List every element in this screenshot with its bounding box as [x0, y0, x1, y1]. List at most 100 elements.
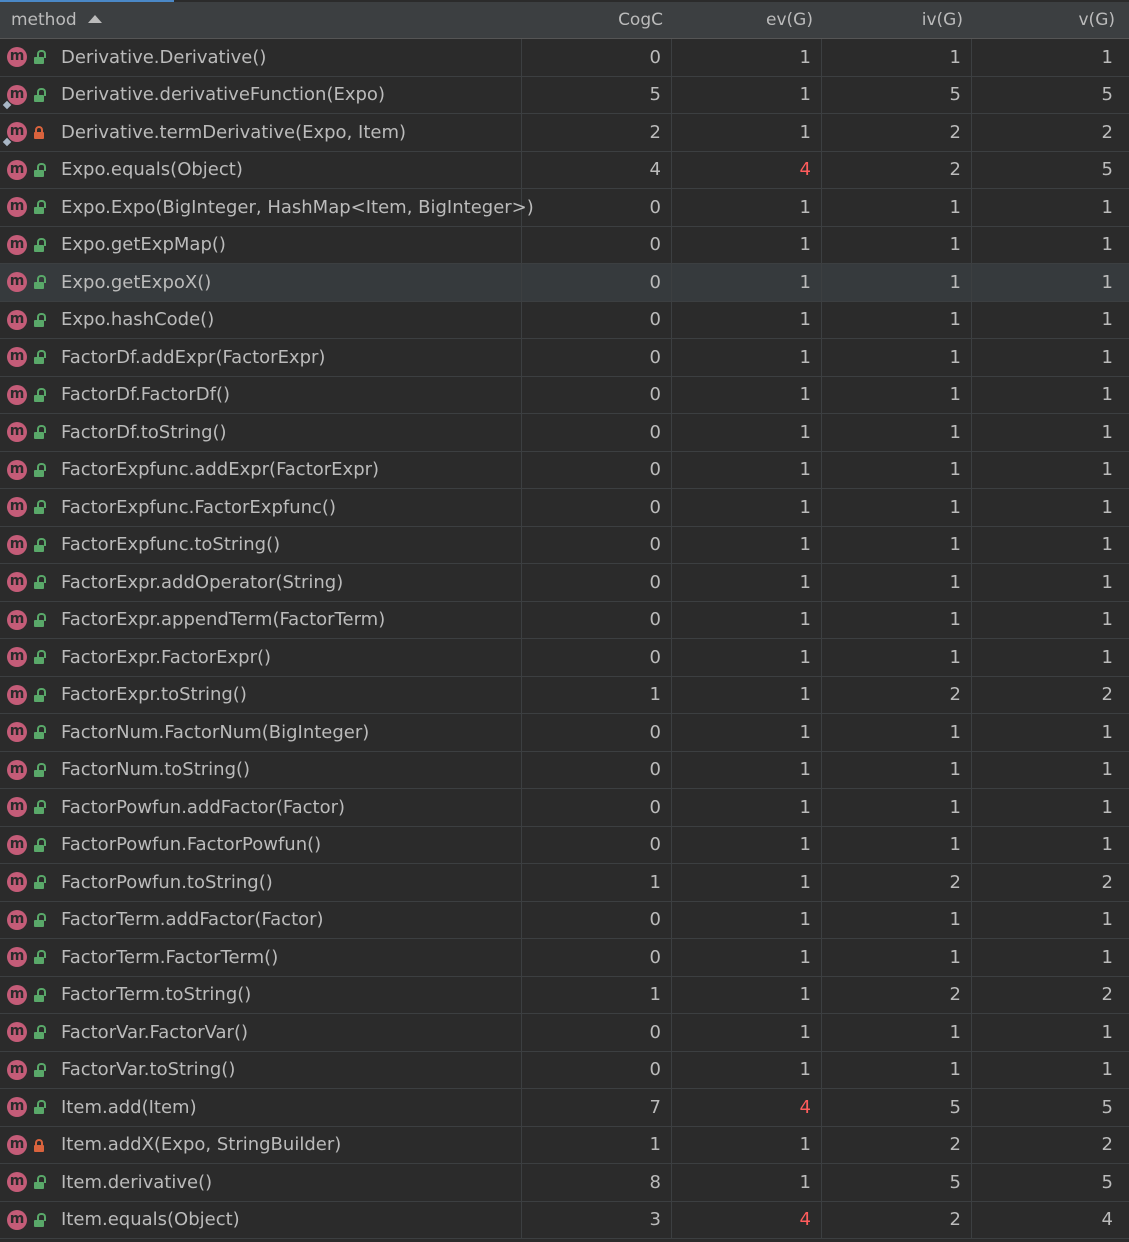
table-row[interactable]: m FactorNum.FactorNum(BigInteger) 0 1 1 1	[0, 714, 1129, 752]
method-icon: m	[7, 722, 27, 743]
table-row[interactable]: m Item.addX(Expo, StringBuilder) 1 1 2 2	[0, 1126, 1129, 1164]
table-row[interactable]: m FactorTerm.toString() 1 1 2 2	[0, 976, 1129, 1014]
table-row[interactable]: m FactorDf.FactorDf() 0 1 1 1	[0, 376, 1129, 414]
ev-cell: 1	[672, 826, 822, 863]
table-row[interactable]: m Derivative.termDerivative(Expo, Item) 2 1…	[0, 114, 1129, 152]
table-row[interactable]: m FactorExpr.appendTerm(FactorTerm) 0 1 1 1	[0, 601, 1129, 639]
method-name: FactorExpr.appendTerm(FactorTerm)	[61, 609, 386, 631]
iv-cell: 1	[822, 601, 972, 638]
public-unlock-icon	[33, 200, 46, 215]
method-cell: m FactorExpr.appendTerm(FactorTerm)	[0, 601, 522, 638]
table-row[interactable]: m FactorTerm.addFactor(Factor) 0 1 1 1	[0, 901, 1129, 939]
ev-cell: 1	[672, 301, 822, 338]
column-header-iv[interactable]: iv(G)	[822, 2, 972, 38]
method-cell: m FactorTerm.toString()	[0, 976, 522, 1013]
column-header-method[interactable]: method	[0, 2, 522, 38]
table-row[interactable]: m FactorExpr.toString() 1 1 2 2	[0, 676, 1129, 714]
column-header-cogc[interactable]: CogC	[522, 2, 672, 38]
method-icon: m	[7, 1059, 27, 1080]
v-cell: 2	[1101, 984, 1113, 1006]
table-row[interactable]: m Expo.equals(Object) 4 4 2 5	[0, 151, 1129, 189]
table-row[interactable]: m FactorPowfun.addFactor(Factor) 0 1 1 1	[0, 789, 1129, 827]
v-cell: 1	[1101, 946, 1113, 968]
public-unlock-icon	[33, 575, 46, 590]
method-icon: m	[7, 122, 27, 143]
method-cell: m FactorVar.toString()	[0, 1051, 522, 1088]
table-row[interactable]: m FactorPowfun.toString() 1 1 2 2	[0, 864, 1129, 902]
column-header-method-label: method	[11, 10, 77, 30]
table-row[interactable]: m FactorNum.toString() 0 1 1 1	[0, 751, 1129, 789]
method-name: FactorExpr.toString()	[61, 684, 247, 706]
method-icon: m	[7, 1172, 27, 1193]
public-unlock-icon	[33, 237, 46, 252]
public-unlock-icon	[33, 1175, 46, 1190]
ev-cell: 1	[672, 601, 822, 638]
cogc-cell: 0	[522, 526, 672, 563]
method-icon: m	[7, 309, 27, 330]
method-icon: m	[7, 1097, 27, 1118]
table-row[interactable]: m FactorDf.toString() 0 1 1 1	[0, 414, 1129, 452]
method-cell: m Item.equals(Object)	[0, 1201, 522, 1238]
public-unlock-icon	[33, 350, 46, 365]
table-row[interactable]: m Derivative.derivativeFunction(Expo) 5 1 5 5	[0, 76, 1129, 114]
cogc-cell: 0	[522, 901, 672, 938]
v-cell: 1	[1101, 384, 1113, 406]
v-cell: 1	[1101, 609, 1113, 631]
method-icon: m	[7, 197, 27, 218]
column-header-v[interactable]: v(G)	[972, 2, 1129, 38]
table-row[interactable]: m Expo.getExpoX() 0 1 1 1	[0, 264, 1129, 302]
table-row[interactable]: m FactorExpfunc.toString() 0 1 1 1	[0, 526, 1129, 564]
method-cell: m Expo.getExpoX()	[0, 264, 522, 301]
public-unlock-icon	[33, 387, 46, 402]
ev-cell: 1	[672, 264, 822, 301]
ev-cell: 1	[672, 864, 822, 901]
table-row[interactable]: m FactorTerm.FactorTerm() 0 1 1 1	[0, 939, 1129, 977]
table-row[interactable]: m Item.add(Item) 7 4 5 5	[0, 1089, 1129, 1127]
table-row[interactable]: m Expo.getExpMap() 0 1 1 1	[0, 226, 1129, 264]
method-name: FactorExpfunc.toString()	[61, 534, 281, 556]
public-unlock-icon	[33, 837, 46, 852]
method-name: Derivative.Derivative()	[61, 46, 267, 68]
table-row[interactable]: m FactorExpfunc.FactorExpfunc() 0 1 1 1	[0, 489, 1129, 527]
method-cell: m FactorExpfunc.toString()	[0, 526, 522, 563]
ev-cell: 4	[672, 151, 822, 188]
method-icon: m	[7, 234, 27, 255]
table-row[interactable]: m Expo.Expo(BigInteger, HashMap<Item, Big…	[0, 189, 1129, 227]
iv-cell: 1	[822, 901, 972, 938]
table-row[interactable]: m FactorExpr.addOperator(String) 0 1 1 1	[0, 564, 1129, 602]
column-header-ev[interactable]: ev(G)	[672, 2, 822, 38]
iv-cell: 1	[822, 451, 972, 488]
iv-cell: 1	[822, 714, 972, 751]
table-row[interactable]: m FactorVar.FactorVar() 0 1 1 1	[0, 1014, 1129, 1052]
iv-cell: 1	[822, 526, 972, 563]
table-row[interactable]: m FactorVar.toString() 0 1 1 1	[0, 1051, 1129, 1089]
table-row[interactable]: m Derivative.Derivative() 0 1 1 1	[0, 39, 1129, 77]
table-row[interactable]: m FactorDf.addExpr(FactorExpr) 0 1 1 1	[0, 339, 1129, 377]
cogc-cell: 0	[522, 226, 672, 263]
v-cell: 1	[1101, 459, 1113, 481]
cogc-cell: 0	[522, 601, 672, 638]
v-cell: 1	[1101, 534, 1113, 556]
method-name: FactorExpr.addOperator(String)	[61, 571, 344, 593]
cogc-cell: 3	[522, 1201, 672, 1238]
method-name: FactorVar.FactorVar()	[61, 1021, 249, 1043]
method-name: FactorExpfunc.addExpr(FactorExpr)	[61, 459, 380, 481]
table-row[interactable]: m Item.equals(Object) 3 4 2 4	[0, 1201, 1129, 1239]
method-cell: m FactorPowfun.FactorPowfun()	[0, 826, 522, 863]
method-icon: m	[7, 797, 27, 818]
v-cell: 5	[1101, 84, 1113, 106]
ev-cell: 1	[672, 751, 822, 788]
iv-cell: 5	[822, 1164, 972, 1201]
method-icon: m	[7, 459, 27, 480]
table-row[interactable]: m FactorPowfun.FactorPowfun() 0 1 1 1	[0, 826, 1129, 864]
table-row[interactable]: m Expo.hashCode() 0 1 1 1	[0, 301, 1129, 339]
v-cell: 1	[1101, 721, 1113, 743]
public-unlock-icon	[33, 800, 46, 815]
table-header: method CogC ev(G) iv(G) v(G)	[0, 2, 1129, 39]
iv-cell: 1	[822, 189, 972, 226]
table-row[interactable]: m FactorExpfunc.addExpr(FactorExpr) 0 1 1 1	[0, 451, 1129, 489]
table-row[interactable]: m Item.derivative() 8 1 5 5	[0, 1164, 1129, 1202]
method-icon: m	[7, 1134, 27, 1155]
method-cell: m FactorNum.FactorNum(BigInteger)	[0, 714, 522, 751]
table-row[interactable]: m FactorExpr.FactorExpr() 0 1 1 1	[0, 639, 1129, 677]
